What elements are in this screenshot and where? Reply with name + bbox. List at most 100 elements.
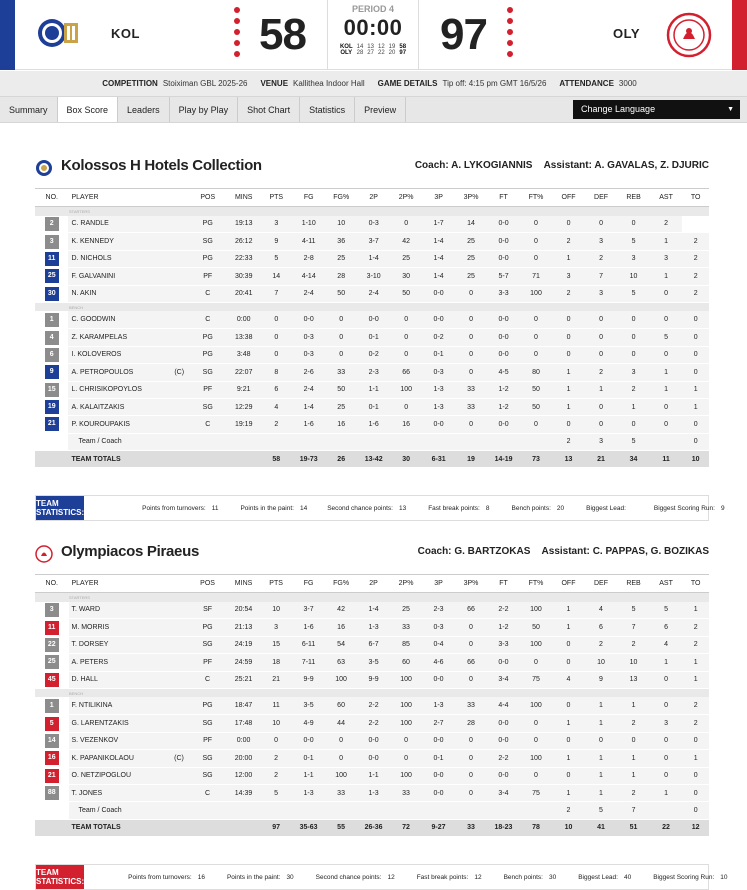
player-name-link[interactable]: T. WARD (72, 606, 101, 613)
column-header[interactable]: FG (292, 188, 325, 207)
player-name-link[interactable]: C. RANDLE (71, 220, 108, 227)
stat-cell: SG (188, 232, 228, 251)
column-header[interactable]: FT (487, 188, 520, 207)
table-row[interactable]: 22 T. DORSEY SG 24:19 15 6-11 54 6-7 85 0-4 0 3-3 10… (35, 636, 709, 655)
player-name-link[interactable]: A. PETROPOULOS (71, 369, 133, 376)
player-name-link[interactable]: G. LARENTZAKIS (72, 720, 129, 727)
column-header[interactable]: FT (487, 574, 520, 593)
tab-shot-chart[interactable]: Shot Chart (238, 97, 301, 122)
table-row[interactable]: 11 D. NICHOLS PG 22:33 5 2-8 25 1-4 25 1-4 25 0-0 0 1… (35, 250, 709, 269)
table-row[interactable]: 30 N. AKIN C 20:41 7 2-4 50 2-4 50 0-0 0 3-3 100 2 3 5 0… (35, 285, 709, 303)
stat-cell: 25:21 (227, 671, 260, 689)
tab-summary[interactable]: Summary (0, 97, 58, 122)
column-header[interactable]: DEF (584, 188, 618, 207)
column-header[interactable]: 3P (422, 574, 455, 593)
player-name-link[interactable]: T. DORSEY (72, 641, 109, 648)
column-header[interactable]: 2P% (389, 188, 423, 207)
stat-cell: 1-6 (357, 415, 390, 434)
player-name-link[interactable]: O. NETZIPOGLOU (72, 772, 132, 779)
column-header[interactable]: MINS (227, 188, 261, 207)
player-name-link[interactable]: T. JONES (72, 790, 103, 797)
tab-play-by-play[interactable]: Play by Play (170, 97, 239, 122)
player-name-link[interactable]: I. KOLOVEROS (71, 351, 121, 358)
column-header[interactable]: POS (188, 188, 228, 207)
player-name-link[interactable]: F. GALVANINI (71, 273, 115, 280)
table-row[interactable]: 11 M. MORRIS PG 21:13 3 1-6 16 1-3 33 0-3 0 1-2 50 1 6… (35, 618, 709, 637)
column-header[interactable]: NO. (35, 188, 69, 207)
table-row[interactable]: 1 C. GOODWIN C 0:00 0 0-0 0 0-0 0 0-0 0 0-0 0 0 0 0 0 0 (35, 311, 709, 330)
column-header[interactable]: MINS (227, 574, 260, 593)
home-team-logo[interactable] (30, 0, 90, 70)
stat-cell: 0 (324, 732, 358, 751)
table-row[interactable]: 9 A. PETROPOULOS (C) SG 22:07 8 2-6 33 2-3 66 0-3 0… (35, 363, 709, 382)
column-header[interactable]: 2P% (389, 574, 423, 593)
language-select[interactable]: ▼ Change Language (573, 100, 740, 119)
column-header[interactable]: PTS (259, 574, 293, 593)
stat-cell: 63 (324, 653, 358, 672)
table-row[interactable]: 45 D. HALL C 25:21 21 9-9 100 9-9 100 0-0 0 3-4 75 4 9… (35, 671, 709, 689)
column-header[interactable]: FT% (519, 574, 553, 593)
column-header[interactable]: 2P (357, 574, 390, 593)
player-name-link[interactable]: D. NICHOLS (71, 255, 111, 262)
away-team-logo[interactable] (659, 0, 719, 70)
table-row[interactable]: 21 O. NETZIPOGLOU SG 12:00 2 1-1 100 1-1 100 0-0 0… (35, 767, 709, 785)
column-header[interactable]: 2P (357, 188, 390, 207)
table-row[interactable]: 3 K. KENNEDY SG 26:12 9 4-11 36 3-7 42 1-4 25 0-0 0 2… (35, 232, 709, 251)
column-header[interactable]: OFF (552, 188, 585, 207)
player-name-link[interactable]: K. PAPANIKOLAOU (72, 755, 134, 762)
table-row[interactable]: 1 F. NTILIKINA PG 18:47 11 3-5 60 2-2 100 1-3 33 4-… (35, 697, 709, 716)
column-header[interactable]: NO. (35, 574, 69, 593)
tab-box-score[interactable]: Box Score (57, 97, 119, 122)
column-header[interactable]: TO (682, 574, 709, 593)
table-row[interactable]: 5 G. LARENTZAKIS SG 17:48 10 4-9 44 2-2 100 2-7 28… (35, 714, 709, 733)
player-name-link[interactable]: D. HALL (72, 676, 98, 683)
column-header[interactable]: REB (617, 574, 650, 593)
table-row[interactable]: 25 F. GALVANINI PF 30:39 14 4-14 28 3-10 30 1-4 25… (35, 267, 709, 286)
player-name-link[interactable]: C. GOODWIN (71, 316, 115, 323)
player-name-link[interactable]: F. NTILIKINA (72, 702, 113, 709)
table-row[interactable]: 19 A. KALAITZAKIS SG 12:29 4 1-4 25 0-1 0 1-3 33 1-… (35, 398, 709, 417)
tab-statistics[interactable]: Statistics (300, 97, 356, 122)
column-header[interactable]: 3P (422, 188, 455, 207)
column-header[interactable]: 3P% (454, 188, 488, 207)
column-header[interactable]: AST (649, 188, 683, 207)
player-name-link[interactable]: K. KENNEDY (71, 238, 113, 245)
player-name-link[interactable]: N. AKIN (71, 290, 96, 297)
table-row[interactable]: 2 C. RANDLE PG 19:13 3 1-10 10 0-3 0 1-7 14 0-0 0 0 0 0… (35, 215, 709, 234)
column-header[interactable]: DEF (584, 574, 618, 593)
table-row[interactable]: 3 T. WARD SF 20:54 10 3-7 42 1-4 25 2-3 66 2-2 100 1 4… (35, 601, 709, 620)
table-row[interactable]: 14 S. VEZENKOV PF 0:00 0 0-0 0 0-0 0 0-0 0 0-0 0 0 0 0 0… (35, 732, 709, 751)
column-header[interactable]: PLAYER (68, 188, 189, 207)
jersey-number: 14 (44, 733, 59, 748)
column-header[interactable]: TO (682, 188, 709, 207)
column-header[interactable]: FT% (519, 188, 553, 207)
player-name-link[interactable]: M. MORRIS (72, 624, 110, 631)
player-name-link[interactable]: P. KOUROUPAKIS (71, 421, 129, 428)
player-name-link[interactable]: L. CHRISIKOPOYLOS (71, 386, 141, 393)
player-name-link[interactable]: Z. KARAMPELAS (71, 334, 127, 341)
tab-leaders[interactable]: Leaders (118, 97, 170, 122)
column-header[interactable]: REB (617, 188, 650, 207)
table-row[interactable]: 25 A. PETERS PF 24:59 18 7-11 63 3-5 60 4-6 66 0-0 0… (35, 653, 709, 672)
tab-preview[interactable]: Preview (355, 97, 407, 122)
column-header[interactable]: AST (649, 574, 683, 593)
player-name-link[interactable]: A. KALAITZAKIS (71, 404, 124, 411)
column-header[interactable]: 3P% (454, 574, 488, 593)
column-header[interactable]: FG% (324, 574, 358, 593)
table-row[interactable]: 21 P. KOUROUPAKIS C 19:19 2 1-6 16 1-6 16 0-0 0 0-0… (35, 415, 709, 434)
player-name-link[interactable]: S. VEZENKOV (72, 737, 119, 744)
column-header[interactable]: FG (292, 574, 325, 593)
column-header[interactable]: FG% (324, 188, 358, 207)
player-name-link[interactable]: A. PETERS (72, 659, 109, 666)
column-header[interactable]: POS (187, 574, 228, 593)
table-row[interactable]: 88 T. JONES C 14:39 5 1-3 33 1-3 33 0-0 0 3-4 75 1 1 2 1… (35, 784, 709, 803)
table-row[interactable]: 15 L. CHRISIKOPOYLOS PF 9:21 6 2-4 50 1-1 100 1-3… (35, 381, 709, 399)
column-header[interactable]: OFF (552, 574, 585, 593)
table-row[interactable]: 16 K. PAPANIKOLAOU (C) SG 20:00 2 0-1 0 0-0 0 0-1 0… (35, 749, 709, 768)
column-header[interactable]: PTS (260, 188, 293, 207)
column-header[interactable]: PLAYER (68, 574, 188, 593)
stat-cell: 1 (552, 714, 585, 733)
player-name-cell: I. KOLOVEROS (68, 346, 189, 365)
table-row[interactable]: 6 I. KOLOVEROS PG 3:48 0 0-3 0 0-2 0 0-1 0 0-0 0 0 0 0 0… (35, 346, 709, 365)
table-row[interactable]: 4 Z. KARAMPELAS PG 13:38 0 0-3 0 0-1 0 0-2 0 0-0 0 0 0… (35, 328, 709, 347)
